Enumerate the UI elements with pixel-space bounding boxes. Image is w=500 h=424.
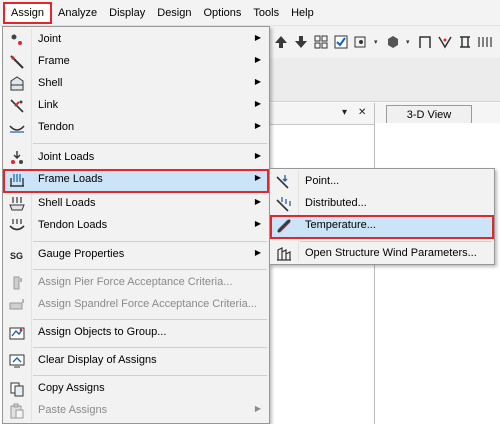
chevron-right-icon: ▶ [254,219,261,228]
menu-assign[interactable]: Assign [3,1,53,24]
joint-loads-icon [9,150,25,166]
ribbon-area [270,58,500,102]
beam-icon[interactable] [478,35,492,49]
frame-icon [9,54,25,70]
pane-close-icon[interactable]: ✕ [358,107,366,118]
chevron-right-icon: ▶ [254,197,261,206]
draw-icon[interactable] [354,35,368,49]
move-down-icon[interactable] [294,35,308,49]
spandrel-icon [9,297,25,313]
shell-icon [9,76,25,92]
view-dropdown-icon[interactable]: ▾ [406,38,412,46]
column-icon[interactable] [458,35,472,49]
menu-item-spandrel-force[interactable]: Assign Spandrel Force Acceptance Criteri… [3,294,269,316]
assign-menu: Joint ▶ Frame ▶ Shell ▶ Link ▶ Tendon ▶ … [2,26,270,424]
menu-item-tendon[interactable]: Tendon ▶ [3,117,269,139]
menu-item-shell-loads[interactable]: Shell Loads ▶ [3,193,269,215]
menu-item-copy-assigns[interactable]: Copy Assigns [3,378,269,400]
menu-help[interactable]: Help [285,2,320,24]
menu-tools[interactable]: Tools [247,2,285,24]
link-icon [9,98,25,114]
menu-item-clear-display[interactable]: Clear Display of Assigns [3,350,269,372]
chevron-right-icon: ▶ [254,77,261,86]
svg-text:SG: SG [10,251,23,261]
menu-item-link[interactable]: Link ▶ [3,95,269,117]
menu-item-shell[interactable]: Shell ▶ [3,73,269,95]
submenu-item-temperature[interactable]: Temperature... [270,215,494,239]
menu-item-joint-loads[interactable]: Joint Loads ▶ [3,147,269,169]
wind-icon [276,246,292,262]
draw-dropdown-icon[interactable]: ▾ [374,38,380,46]
chevron-right-icon: ▶ [254,121,261,130]
tendon-icon [9,120,25,136]
group-icon [9,325,25,341]
shell-loads-icon [9,196,25,212]
clear-display-icon [9,353,25,369]
copy-icon [9,381,25,397]
chevron-right-icon: ▶ [254,99,261,108]
menu-analyze[interactable]: Analyze [52,2,103,24]
joint-icon [9,32,25,48]
frame-loads-icon [9,172,25,188]
select-grid-icon[interactable] [314,35,328,49]
menu-item-frame-loads[interactable]: Frame Loads ▶ [3,169,269,193]
menu-item-pier-force[interactable]: Assign Pier Force Acceptance Criteria... [3,272,269,294]
frame-loads-submenu: Point... Distributed... Temperature... O… [269,168,495,265]
menu-item-joint[interactable]: Joint ▶ [3,29,269,51]
chevron-right-icon: ▶ [254,248,261,257]
menu-options[interactable]: Options [198,2,248,24]
menu-item-paste-assigns[interactable]: Paste Assigns ▶ [3,400,269,422]
brace-icon[interactable] [438,35,452,49]
menu-item-assign-group[interactable]: Assign Objects to Group... [3,322,269,344]
pier-icon [9,275,25,291]
chevron-right-icon: ▶ [254,33,261,42]
pane-dropdown-icon[interactable]: ▾ [342,107,347,118]
point-load-icon [276,174,292,190]
menubar: Assign Analyze Display Design Options To… [0,0,500,26]
submenu-item-distributed[interactable]: Distributed... [270,193,494,215]
menu-item-frame[interactable]: Frame ▶ [3,51,269,73]
frame-draw-icon[interactable] [418,35,432,49]
tab-3d-view[interactable]: 3-D View [386,105,472,123]
menu-item-gauge-properties[interactable]: SG Gauge Properties ▶ [3,244,269,266]
model-explorer-header: ▾ ✕ [270,103,374,125]
toolbar: ▾ ▾ [270,26,500,58]
paste-icon [9,403,25,419]
chevron-right-icon: ▶ [254,404,261,413]
menu-design[interactable]: Design [151,2,197,24]
gauge-icon: SG [9,247,25,263]
move-up-icon[interactable] [274,35,288,49]
submenu-item-point[interactable]: Point... [270,171,494,193]
checkbox-icon[interactable] [334,35,348,49]
chevron-right-icon: ▶ [254,151,261,160]
temperature-icon [276,218,292,234]
menu-item-tendon-loads[interactable]: Tendon Loads ▶ [3,215,269,237]
chevron-right-icon: ▶ [254,55,261,64]
tendon-loads-icon [9,218,25,234]
view-cube-icon[interactable] [386,35,400,49]
menu-display[interactable]: Display [103,2,151,24]
submenu-item-wind-parameters[interactable]: Open Structure Wind Parameters... [270,243,494,265]
distributed-load-icon [276,196,292,212]
chevron-right-icon: ▶ [254,173,261,182]
